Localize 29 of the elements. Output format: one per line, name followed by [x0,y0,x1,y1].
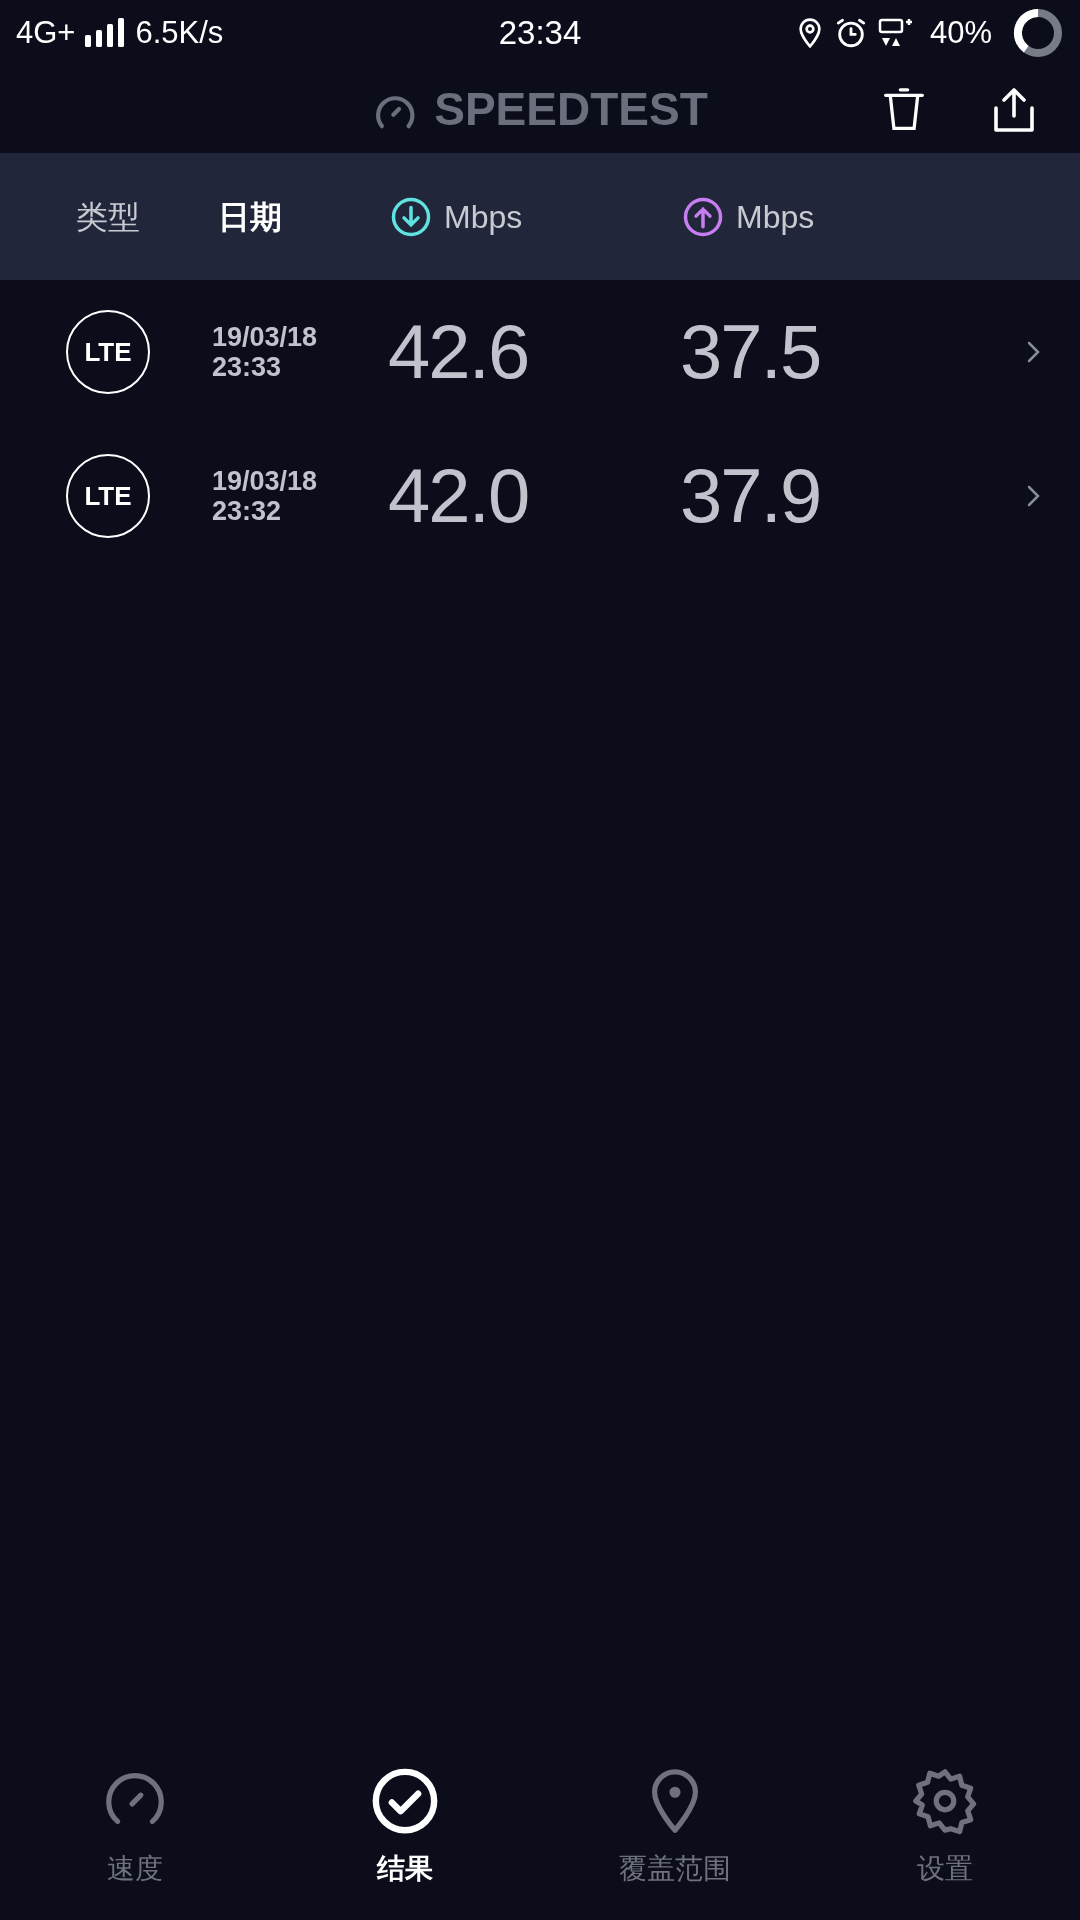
result-date: 19/03/18 [212,322,319,352]
upload-speed: 37.5 [680,308,821,396]
result-row[interactable]: LTE 19/03/18 23:32 42.0 37.9 [0,424,1080,568]
network-type-badge: LTE [66,310,150,394]
download-speed: 42.0 [388,452,530,540]
column-header[interactable]: Mbps [682,192,982,241]
column-header[interactable]: 日期 [218,192,390,241]
nav-tab[interactable]: 设置 [810,1766,1080,1890]
network-type-badge: LTE [66,454,150,538]
network-speed: 6.5K/s [135,13,224,52]
battery-percentage: 40% [929,13,992,52]
result-row[interactable]: LTE 19/03/18 23:33 42.6 37.5 [0,280,1080,424]
app-title: SPEEDTEST [434,82,708,137]
checkmark-circle-icon [370,1766,440,1836]
nav-tab[interactable]: 速度 [0,1766,270,1890]
clock-time: 23:34 [498,13,582,54]
column-header[interactable]: Mbps [390,192,682,241]
upload-speed: 37.9 [680,452,821,540]
network-type: 4G+ [16,13,76,52]
download-speed: 42.6 [388,308,530,396]
chevron-right-icon [1026,483,1042,509]
result-time: 23:32 [212,496,283,526]
nav-tab[interactable]: 覆盖范围 [540,1766,810,1890]
column-header[interactable]: 类型 [76,192,218,241]
result-date: 19/03/18 [212,466,319,496]
battery-ring-icon [1012,7,1064,59]
nav-tab[interactable]: 结果 [270,1766,540,1890]
chevron-right-icon [1026,339,1042,365]
result-time: 23:33 [212,352,283,382]
